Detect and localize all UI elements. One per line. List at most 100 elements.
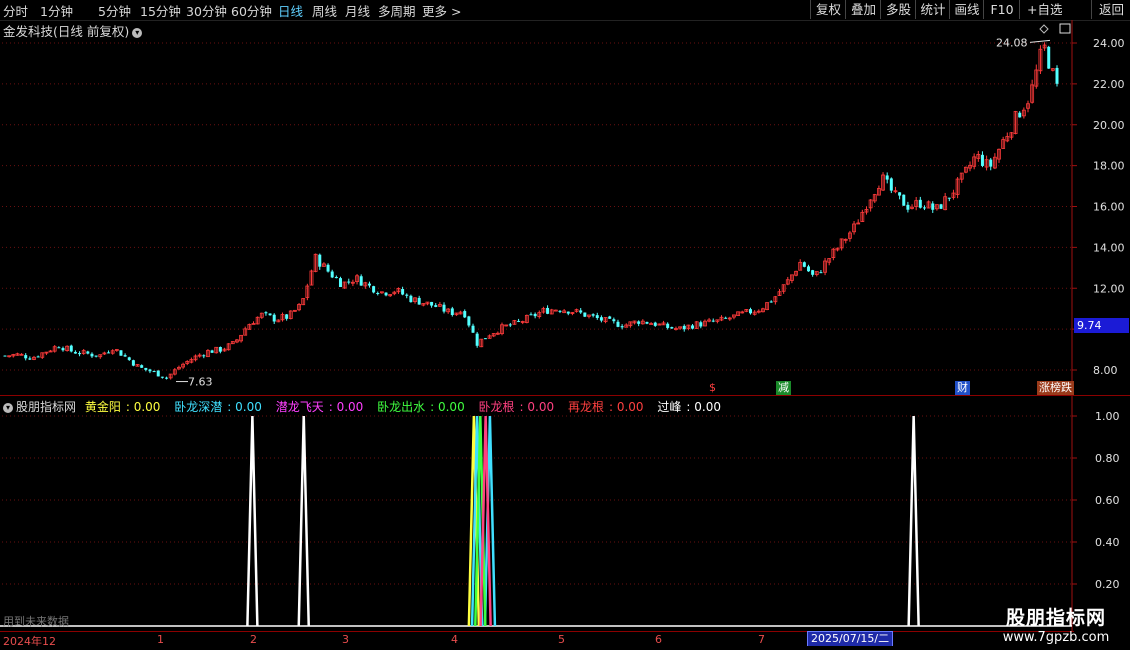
candle-body: [326, 264, 330, 272]
period-tab-1min[interactable]: 1分钟: [40, 1, 73, 20]
candle-body: [218, 347, 222, 352]
candle-body: [384, 292, 388, 296]
legend-guofeng: 过峰: 0.00: [657, 400, 721, 414]
candle-body: [682, 325, 686, 330]
candle-body: [811, 270, 815, 275]
candle-body: [36, 356, 40, 358]
period-tab-more[interactable]: 更多 >: [422, 1, 461, 20]
statistics-button[interactable]: 统计: [915, 0, 950, 19]
legend-label: 黄金阳: [84, 400, 121, 414]
signal-spike: [297, 415, 310, 627]
y-tick-label: 18.00: [1093, 160, 1125, 173]
period-tab-timeshare[interactable]: 分时: [3, 1, 28, 20]
period-tab-15min[interactable]: 15分钟: [140, 1, 181, 20]
y-tick-label: 0.80: [1095, 452, 1120, 465]
candle-body: [666, 323, 670, 328]
candle-body: [330, 271, 334, 278]
watermark-title: 股朋指标网: [1005, 607, 1106, 629]
adjust-button[interactable]: 复权: [810, 0, 846, 19]
back-button[interactable]: 返回: [1091, 0, 1130, 19]
status-strip: [0, 646, 1130, 650]
candle-body: [57, 347, 61, 349]
legend-huangjinyang: 黄金阳: 0.00: [84, 400, 161, 414]
legend-label: 卧龙深潜: [174, 400, 223, 414]
candle-body: [769, 301, 773, 303]
add-watchlist-button[interactable]: +自选: [1019, 0, 1091, 19]
legend-wolong-shenqian: 卧龙深潜: 0.00: [174, 400, 262, 414]
y-tick-label: 16.00: [1093, 201, 1125, 214]
candle-body: [653, 322, 657, 326]
candle-body: [107, 352, 111, 354]
indicator-name: 股朋指标网: [16, 400, 77, 414]
date-label: 5: [558, 633, 565, 646]
f10-button[interactable]: F10: [983, 0, 1020, 19]
overlay-button[interactable]: 叠加: [845, 0, 881, 19]
candle-body: [637, 321, 641, 324]
candle-body: [620, 326, 624, 328]
legend-label: 卧龙出水: [377, 400, 426, 414]
candle-body: [579, 310, 583, 313]
legend-label: 再龙根: [567, 400, 604, 414]
candle-body: [898, 192, 902, 196]
candle-body: [546, 307, 550, 314]
diamond-icon: [1039, 24, 1049, 34]
future-data-notice: 用到未来数据: [3, 615, 69, 628]
current-price-marker: 9.74: [1074, 318, 1129, 333]
legend-value: 0.00: [437, 400, 465, 414]
period-tab-monthly[interactable]: 月线: [345, 1, 370, 20]
date-label: 2: [250, 633, 257, 646]
period-tab-multi[interactable]: 多周期: [378, 1, 416, 20]
period-tab-5min[interactable]: 5分钟: [98, 1, 131, 20]
candle-body: [405, 294, 409, 296]
legend-qianlong-feitian: 潜龙飞天: 0.00: [275, 400, 364, 414]
candle-body: [401, 288, 405, 295]
legend-label: 潜龙飞天: [275, 400, 324, 414]
title-dropdown-icon[interactable]: ▾: [132, 28, 143, 38]
candle-body: [889, 178, 893, 191]
legend-value: 0.00: [527, 400, 555, 414]
date-cursor-label: 2025/07/15/二: [807, 631, 894, 647]
candle-body: [272, 314, 276, 322]
multi-stock-button[interactable]: 多股: [880, 0, 916, 19]
period-tab-weekly[interactable]: 周线: [312, 1, 337, 20]
period-tab-daily[interactable]: 日线: [278, 1, 303, 20]
period-tab-60min[interactable]: 60分钟: [231, 1, 272, 20]
candle-body: [724, 317, 728, 319]
candle-body: [78, 353, 82, 355]
period-tab-30min[interactable]: 30分钟: [186, 1, 227, 20]
candlestick-chart[interactable]: 8.0010.0012.0014.0016.0018.0020.0022.002…: [0, 20, 1130, 396]
event-marker-reduce[interactable]: 减: [776, 381, 791, 395]
period-toolbar: 分时 1分钟 5分钟 15分钟 30分钟 60分钟 日线 周线 月线 多周期 更…: [0, 0, 1130, 21]
candle-body: [264, 312, 268, 314]
event-marker-ranking[interactable]: 涨榜跌: [1037, 381, 1074, 395]
candle-body: [430, 301, 434, 306]
event-marker-finance[interactable]: 财: [955, 381, 970, 395]
candle-body: [529, 314, 533, 316]
y-tick-label: 0.40: [1095, 536, 1120, 549]
candle-body: [334, 277, 338, 279]
candle-body: [3, 355, 7, 357]
candle-body: [517, 320, 521, 322]
candle-body: [131, 360, 135, 366]
candle-body: [1047, 46, 1051, 69]
candle-body: [409, 295, 413, 303]
candle-body: [367, 283, 371, 286]
indicator-dropdown-icon[interactable]: ▾: [3, 403, 13, 413]
candle-body: [318, 254, 322, 267]
draw-line-button[interactable]: 画线: [949, 0, 984, 19]
candle-body: [69, 345, 73, 352]
watermark-url: www.7gpzb.com: [1002, 630, 1110, 645]
candle-body: [140, 365, 144, 368]
candle-body: [980, 154, 984, 166]
legend-value: 0.00: [694, 400, 721, 414]
indicator-chart[interactable]: 0.20 0.40 0.60 0.80 1.00: [0, 396, 1130, 632]
candle-body: [508, 324, 512, 326]
candle-body: [599, 317, 603, 321]
candle-body: [699, 322, 703, 327]
candle-body: [475, 333, 479, 346]
candle-body: [90, 353, 94, 357]
candle-body: [372, 286, 376, 293]
event-marker-dollar[interactable]: $: [707, 381, 718, 395]
candle-body: [160, 376, 164, 378]
candle-body: [434, 305, 438, 307]
